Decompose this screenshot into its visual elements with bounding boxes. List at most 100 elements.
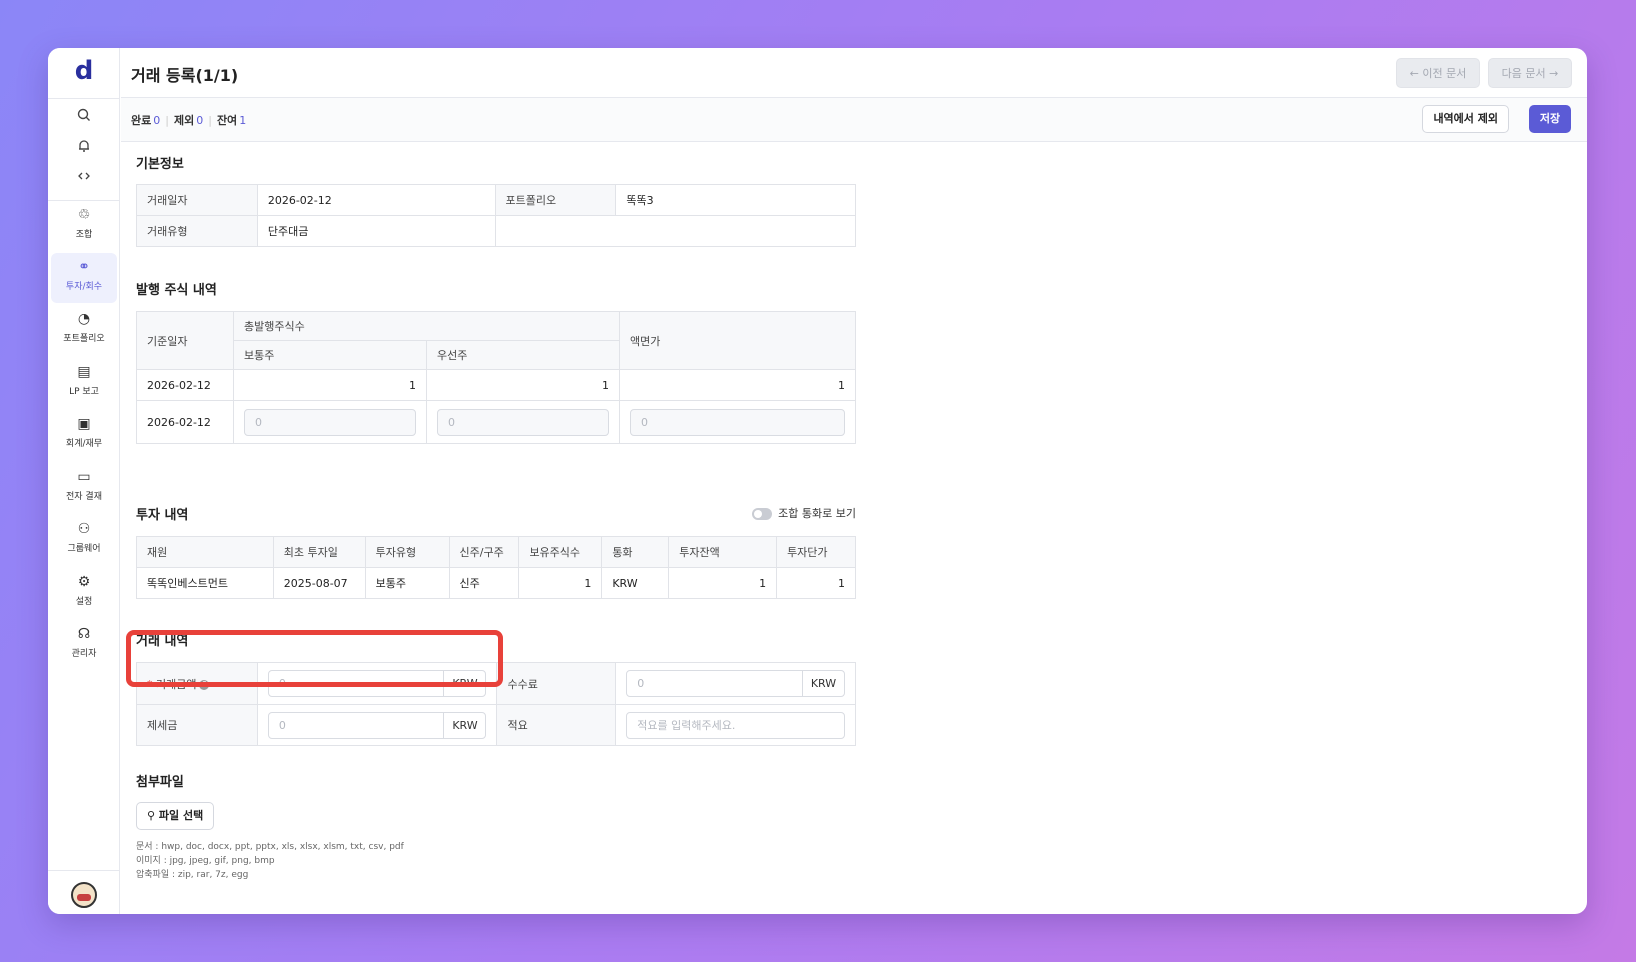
preferred-shares-input[interactable]: 0 xyxy=(437,408,609,436)
section-title-basic-info: 기본정보 xyxy=(136,157,184,172)
table-cell: 1 xyxy=(776,567,856,599)
fee-label: 수수료 xyxy=(496,662,617,705)
next-document-button[interactable]: 다음 문서 → xyxy=(1488,58,1572,88)
page-header: 거래 등록(1/1) ← 이전 문서 다음 문서 → xyxy=(121,48,1587,98)
divider xyxy=(48,870,120,871)
sidebar-item-label: 그룹웨어 xyxy=(67,544,101,554)
done-count: 0 xyxy=(153,114,161,127)
remaining-label: 잔여 xyxy=(216,114,238,127)
column-header: 신주/구주 xyxy=(448,536,520,568)
remaining-count: 1 xyxy=(239,114,247,127)
currency-unit: KRW xyxy=(443,712,485,738)
sidebar-item-label: 포트폴리오 xyxy=(63,334,105,344)
trade-date-label: 거래일자 xyxy=(136,184,258,216)
save-button[interactable]: 저장 xyxy=(1529,105,1571,133)
table-row: 똑똑인베스트먼트 2025-08-07 보통주 신주 1 KRW 1 1 xyxy=(136,567,856,599)
tax-value[interactable]: 0 xyxy=(269,713,444,738)
groupware-icon: ⚇ xyxy=(77,521,91,537)
toggle-label: 조합 통화로 보기 xyxy=(778,507,856,520)
sidebar-item-lp-report[interactable]: ▤ LP 보고 xyxy=(51,358,117,408)
excluded-count: 0 xyxy=(196,114,204,127)
table-cell: 똑똑인베스트먼트 xyxy=(136,567,274,599)
highlight-box xyxy=(126,630,503,687)
investment-table: 재원 최초 투자일 투자유형 신주/구주 보유주식수 통화 투자잔액 투자단가 … xyxy=(136,536,856,599)
table-cell: 2025-08-07 xyxy=(272,567,366,599)
page-title: 거래 등록(1/1) xyxy=(131,66,239,85)
common-shares-header: 보통주 xyxy=(233,340,427,370)
file-select-button[interactable]: ⚲ 파일 선택 xyxy=(136,802,215,830)
trade-date-value: 2026-02-12 xyxy=(256,184,496,216)
share-row-preferred: 1 xyxy=(426,369,620,401)
column-header: 재원 xyxy=(136,536,274,568)
prev-document-button[interactable]: ← 이전 문서 xyxy=(1396,58,1480,88)
bell-icon[interactable] xyxy=(48,139,120,157)
sidebar-item-investment[interactable]: ⚭ 투자/회수 xyxy=(51,253,117,303)
sidebar-item-label: 투자/회수 xyxy=(65,282,103,292)
sidebar-item-finance[interactable]: ▣ 회계/재무 xyxy=(51,410,117,460)
section-title-attachments: 첨부파일 xyxy=(136,775,184,790)
sidebar-item-approval[interactable]: ▭ 전자 결재 xyxy=(51,463,117,513)
fee-input[interactable]: 0 KRW xyxy=(626,670,845,697)
toggle-switch[interactable] xyxy=(752,508,773,520)
table-cell: 보통주 xyxy=(364,567,450,599)
sidebar: d ♲ 조합 ⚭ 투자/회수 ◔ 포트폴리오 ▤ LP 보고 ▣ 회계/재무 ▭… xyxy=(48,48,120,914)
status-counts: 완료 0 | 제외 0 | 잔여 1 xyxy=(131,114,247,127)
sidebar-item-portfolio[interactable]: ◔ 포트폴리오 xyxy=(51,305,117,355)
file-type-note-images: 이미지 : jpg, jpeg, gif, png, bmp xyxy=(136,856,275,866)
investment-icon: ⚭ xyxy=(78,259,90,275)
app-window: d ♲ 조합 ⚭ 투자/회수 ◔ 포트폴리오 ▤ LP 보고 ▣ 회계/재무 ▭… xyxy=(48,48,1587,914)
excluded-label: 제외 xyxy=(173,114,195,127)
memo-input[interactable]: 적요를 입력해주세요. xyxy=(626,711,845,739)
portfolio-value: 똑똑3 xyxy=(615,184,856,216)
sidebar-item-groupware[interactable]: ⚇ 그룹웨어 xyxy=(51,515,117,565)
sidebar-item-fund[interactable]: ♲ 조합 xyxy=(51,201,117,251)
tax-label: 제세금 xyxy=(136,704,258,746)
memo-label: 적요 xyxy=(496,704,617,746)
sidebar-item-label: 조합 xyxy=(75,230,93,240)
link-icon[interactable] xyxy=(48,169,120,187)
report-icon: ▤ xyxy=(77,364,91,380)
search-icon[interactable] xyxy=(48,108,120,126)
file-select-label: 파일 선택 xyxy=(158,809,204,822)
column-header: 통화 xyxy=(601,536,670,568)
table-cell: KRW xyxy=(601,567,670,599)
logo[interactable]: d xyxy=(48,56,120,86)
empty-cell xyxy=(494,215,856,247)
section-title-investment: 투자 내역 xyxy=(136,508,189,523)
trade-type-value: 단주대금 xyxy=(256,215,496,247)
status-bar: 완료 0 | 제외 0 | 잔여 1 내역에서 제외 저장 xyxy=(121,98,1587,142)
common-shares-input[interactable]: 0 xyxy=(244,408,416,436)
column-header: 투자단가 xyxy=(776,536,856,568)
share-row-date: 2026-02-12 xyxy=(136,369,234,401)
basic-info-table: 거래일자 2026-02-12 포트폴리오 똑똑3 거래유형 단주대금 xyxy=(136,184,856,247)
tax-input[interactable]: 0 KRW xyxy=(267,711,487,739)
paperclip-icon: ⚲ xyxy=(147,809,156,822)
gear-icon: ⚙ xyxy=(77,574,91,590)
column-header: 최초 투자일 xyxy=(272,536,366,568)
currency-toggle[interactable]: 조합 통화로 보기 xyxy=(752,505,856,521)
column-header: 투자유형 xyxy=(364,536,450,568)
finance-icon: ▣ xyxy=(77,416,91,432)
base-date-header: 기준일자 xyxy=(136,311,234,370)
par-value-input[interactable]: 0 xyxy=(630,408,845,436)
sidebar-item-label: 관리자 xyxy=(71,649,97,659)
sidebar-item-label: 설정 xyxy=(75,597,93,607)
table-cell: 1 xyxy=(668,567,778,599)
exclude-button[interactable]: 내역에서 제외 xyxy=(1422,105,1509,133)
column-header: 투자잔액 xyxy=(668,536,778,568)
table-cell: 신주 xyxy=(448,567,520,599)
total-shares-header: 총발행주식수 xyxy=(233,311,620,341)
admin-icon: ☊ xyxy=(77,626,91,642)
sidebar-item-label: LP 보고 xyxy=(69,387,99,397)
sidebar-item-label: 전자 결재 xyxy=(66,492,102,502)
trade-type-label: 거래유형 xyxy=(136,215,258,247)
table-cell: 1 xyxy=(518,567,603,599)
fee-value[interactable]: 0 xyxy=(627,671,802,696)
avatar[interactable] xyxy=(71,882,97,908)
pie-chart-icon: ◔ xyxy=(77,311,91,327)
par-value-header: 액면가 xyxy=(619,311,856,370)
divider xyxy=(48,98,120,99)
sidebar-item-admin[interactable]: ☊ 관리자 xyxy=(51,620,117,670)
sidebar-item-label: 회계/재무 xyxy=(65,439,103,449)
sidebar-item-settings[interactable]: ⚙ 설정 xyxy=(51,568,117,618)
